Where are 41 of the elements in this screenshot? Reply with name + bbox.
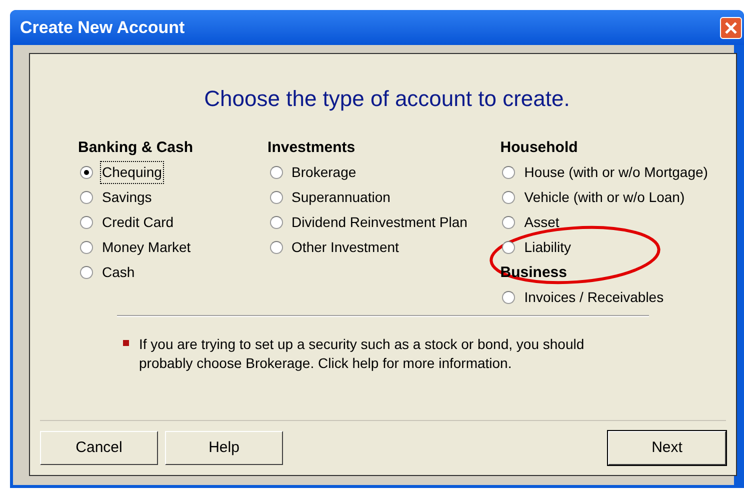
option-label: Cash xyxy=(101,263,136,282)
note-text: If you are trying to set up a security such as a stock or bond, you should probably choose Brokerage. Click help for more information. xyxy=(139,335,586,373)
option-label: House (with or w/o Mortgage) xyxy=(523,163,709,182)
dialog-button[interactable]: Next xyxy=(608,431,726,465)
radio-button[interactable] xyxy=(270,216,283,229)
radio-button[interactable] xyxy=(80,191,93,204)
close-button[interactable] xyxy=(720,16,742,38)
bullet-icon xyxy=(123,340,129,346)
option-label: Superannuation xyxy=(290,188,392,207)
radio-button[interactable] xyxy=(80,216,93,229)
dialog-button[interactable]: Cancel xyxy=(40,431,158,465)
radio-button[interactable] xyxy=(80,166,93,179)
radio-button[interactable] xyxy=(502,216,516,229)
radio-button[interactable] xyxy=(502,291,516,304)
window-title: Create New Account xyxy=(20,16,185,39)
radio-button[interactable] xyxy=(270,166,283,179)
option-label: Chequing xyxy=(101,162,163,183)
radio-button[interactable] xyxy=(502,191,516,204)
option-label: Liability xyxy=(523,238,572,257)
option-label: Brokerage xyxy=(290,163,358,182)
group-heading: Investments xyxy=(268,138,356,158)
radio-button[interactable] xyxy=(270,191,283,204)
option-label: Dividend Reinvestment Plan xyxy=(290,213,468,232)
option-label: Vehicle (with or w/o Loan) xyxy=(523,188,686,207)
close-icon xyxy=(725,22,737,34)
radio-button[interactable] xyxy=(502,241,516,254)
option-label: Other Investment xyxy=(290,238,400,257)
group-heading: Business xyxy=(500,263,568,283)
prompt-heading: Choose the type of account to create. xyxy=(203,85,571,113)
option-label: Asset xyxy=(523,213,560,232)
option-label: Savings xyxy=(101,188,153,207)
group-heading: Banking & Cash xyxy=(78,138,194,158)
option-label: Invoices / Receivables xyxy=(523,288,665,307)
radio-button[interactable] xyxy=(80,266,93,279)
dialog-button[interactable]: Help xyxy=(165,431,283,465)
option-label: Credit Card xyxy=(101,213,175,232)
option-label: Money Market xyxy=(101,238,192,257)
group-heading: Household xyxy=(500,138,579,158)
radio-button[interactable] xyxy=(502,166,516,179)
radio-button[interactable] xyxy=(270,241,283,254)
radio-button[interactable] xyxy=(80,241,93,254)
